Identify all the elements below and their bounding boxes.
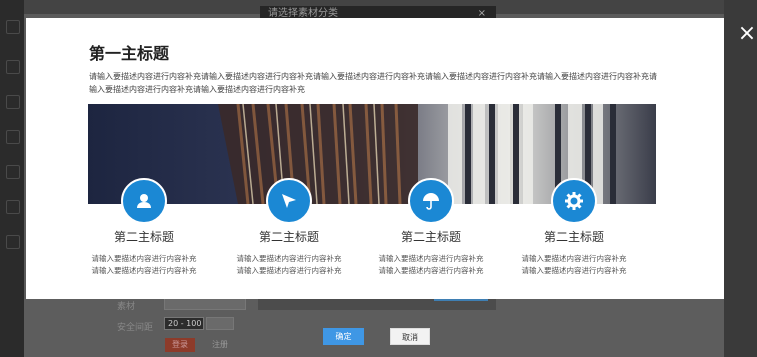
- close-icon[interactable]: ×: [735, 22, 757, 46]
- background-label-material: 素材: [117, 302, 136, 312]
- template-preview-card: 第一主标题 请输入要描述内容进行内容补充请输入要描述内容进行内容补充请输入要描述…: [26, 18, 724, 299]
- feature-item: 第二主标题 请输入要描述内容进行内容补充请输入要描述内容进行内容补充: [371, 178, 491, 277]
- main-description: 请输入要描述内容进行内容补充请输入要描述内容进行内容补充请输入要描述内容进行内容…: [89, 72, 657, 94]
- feature-item: 第二主标题 请输入要描述内容进行内容补充请输入要描述内容进行内容补充: [514, 178, 634, 277]
- umbrella-icon: [408, 178, 454, 224]
- sidebar-tool-icon: [6, 165, 20, 179]
- editor-right-panel: [724, 0, 757, 357]
- feature-title: 第二主标题: [543, 230, 604, 244]
- sidebar-tool-icon: [6, 130, 20, 144]
- feature-text: 请输入要描述内容进行内容补充请输入要描述内容进行内容补充: [91, 254, 197, 275]
- feature-item: 第二主标题 请输入要描述内容进行内容补充请输入要描述内容进行内容补充: [84, 178, 204, 277]
- feature-title: 第二主标题: [113, 230, 174, 244]
- sidebar-tool-icon: [6, 20, 20, 34]
- gear-icon: [551, 178, 597, 224]
- send-icon: [266, 178, 312, 224]
- user-icon: [121, 178, 167, 224]
- background-unit-input: [206, 317, 234, 330]
- feature-text: 请输入要描述内容进行内容补充请输入要描述内容进行内容补充: [236, 254, 342, 275]
- sidebar-tool-icon: [6, 200, 20, 214]
- main-title: 第一主标题: [89, 44, 170, 63]
- sidebar-tool-icon: [6, 235, 20, 249]
- background-plain-button: 注册: [212, 340, 228, 349]
- feature-title: 第二主标题: [400, 230, 461, 244]
- feature-item: 第二主标题 请输入要描述内容进行内容补充请输入要描述内容进行内容补充: [229, 178, 349, 277]
- background-label-safe-interval: 安全间距: [117, 323, 154, 333]
- sidebar-tool-icon: [6, 95, 20, 109]
- background-red-button: 登录: [165, 338, 195, 352]
- feature-list: 第二主标题 请输入要描述内容进行内容补充请输入要描述内容进行内容补充 第二主标题…: [26, 178, 724, 298]
- sidebar-tool-icon: [6, 60, 20, 74]
- cancel-button[interactable]: 取消: [390, 328, 430, 345]
- editor-sidebar: [0, 0, 24, 357]
- background-material-input: [164, 298, 246, 310]
- background-safe-interval-input: 20 - 100: [164, 317, 204, 330]
- feature-text: 请输入要描述内容进行内容补充请输入要描述内容进行内容补充: [378, 254, 484, 275]
- feature-title: 第二主标题: [258, 230, 319, 244]
- confirm-button[interactable]: 确定: [323, 328, 364, 345]
- feature-text: 请输入要描述内容进行内容补充请输入要描述内容进行内容补充: [521, 254, 627, 275]
